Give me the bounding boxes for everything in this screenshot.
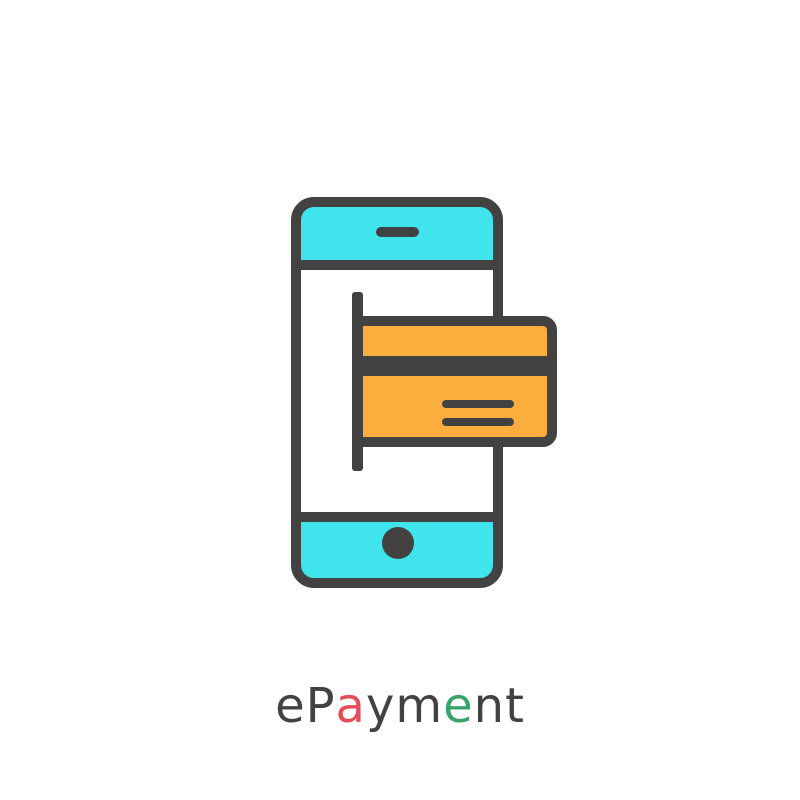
caption-letter: e xyxy=(443,678,474,734)
caption-letter: e xyxy=(275,678,306,734)
credit-card-icon xyxy=(363,316,557,447)
caption-letter: a xyxy=(335,678,366,734)
caption-letter: y xyxy=(365,678,396,734)
caption-letter: t xyxy=(505,678,525,734)
card-slot xyxy=(352,292,363,471)
card-magnetic-stripe xyxy=(363,356,550,376)
caption-letter: n xyxy=(473,678,506,734)
caption-letter: m xyxy=(395,678,444,734)
epayment-illustration: ePayment xyxy=(0,0,800,800)
caption-letter: P xyxy=(305,678,336,734)
home-button xyxy=(382,527,414,559)
brand-caption: ePayment xyxy=(0,676,800,736)
